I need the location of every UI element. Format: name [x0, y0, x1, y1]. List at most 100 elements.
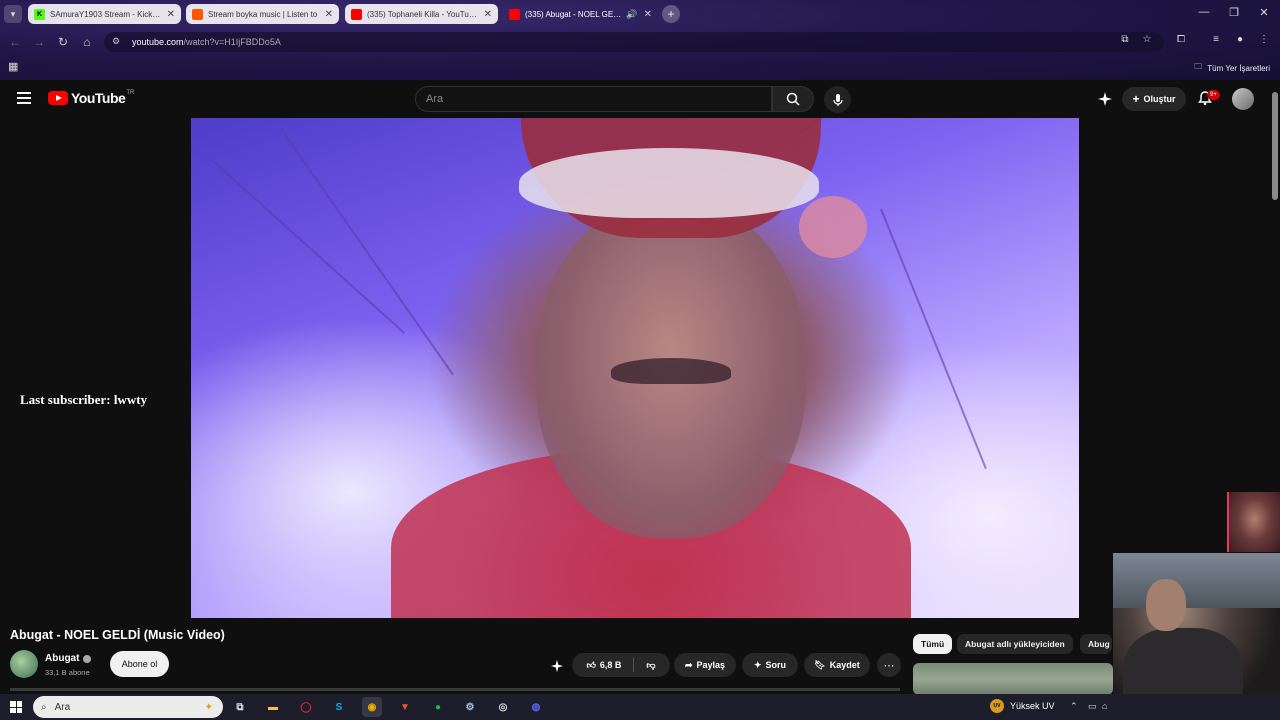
close-icon[interactable]: ✕	[325, 9, 333, 20]
close-icon[interactable]: ✕	[644, 9, 652, 20]
tent-line	[880, 208, 987, 469]
taskbar-search[interactable]: ⌕ Ara ✦	[33, 696, 223, 718]
menu-icon[interactable]	[17, 92, 31, 104]
install-app-icon[interactable]: ⧉	[1118, 34, 1132, 45]
brave-icon[interactable]: ▼	[395, 697, 415, 717]
minimize-icon[interactable]: —	[1196, 6, 1212, 18]
weather-widget[interactable]: UV Yüksek UV	[990, 699, 1055, 713]
task-view-icon[interactable]: ⧉	[230, 697, 250, 717]
tent-line	[280, 128, 454, 376]
scrollbar-thumb[interactable]	[1272, 92, 1278, 200]
all-bookmarks-button[interactable]: 🗀 Tüm Yer İşaretleri	[1194, 61, 1270, 75]
extensions-icon[interactable]: ⧠	[1174, 34, 1188, 45]
share-icon: ➦	[684, 659, 693, 670]
like-button[interactable]: 👍︎ 6,8 B	[586, 660, 621, 671]
more-actions-button[interactable]: ⋯	[877, 653, 901, 677]
related-video-thumbnail[interactable]	[913, 663, 1113, 695]
home-icon[interactable]: ⌂	[79, 34, 95, 50]
opera-icon[interactable]: ◯	[296, 697, 316, 717]
discord-icon[interactable]: ◍	[526, 697, 546, 717]
restore-icon[interactable]: ❐	[1226, 6, 1242, 19]
tab-youtube-tophaneli[interactable]: (335) Tophaneli Killa - YouTube ✕	[345, 4, 498, 24]
site-info-icon[interactable]: ⚙	[112, 36, 124, 48]
player-area: Last subscriber: lwwty	[0, 118, 1270, 618]
tab-title: (335) Tophaneli Killa - YouTube	[367, 9, 478, 19]
obs-icon[interactable]: ◎	[493, 697, 513, 717]
search-highlight-icon: ✦	[204, 701, 213, 713]
tent-line	[210, 158, 405, 334]
tab-kick[interactable]: K SAmuraY1903 Stream - Kick Da ✕	[28, 4, 181, 24]
search-box[interactable]	[415, 86, 772, 112]
taskbar-search-placeholder: Ara	[54, 701, 71, 713]
new-tab-button[interactable]: +	[662, 5, 680, 23]
chip-all[interactable]: Tümü	[913, 634, 953, 654]
ask-button[interactable]: ✦ Soru	[742, 653, 798, 677]
window-close-icon[interactable]: ✕	[1256, 6, 1272, 19]
youtube-header: YouTube TR + Oluştur	[0, 80, 1270, 118]
tab-youtube-abugat[interactable]: (335) Abugat - NOEL GELDİ 🔊 ✕	[503, 4, 658, 24]
forward-icon[interactable]: →	[31, 34, 47, 50]
apps-grid-icon[interactable]: ▦	[8, 60, 18, 73]
logo-text: YouTube	[71, 90, 126, 106]
all-bookmarks-label: Tüm Yer İşaretleri	[1207, 63, 1270, 73]
media-control-icon[interactable]: ≡	[1209, 34, 1223, 45]
close-icon[interactable]: ✕	[484, 9, 492, 20]
search-icon	[786, 92, 800, 106]
steam-icon[interactable]: ⚙	[460, 697, 480, 717]
pompom-shape	[799, 196, 867, 258]
speaker-icon[interactable]: 🔊	[626, 9, 637, 20]
background-shape	[1113, 553, 1280, 608]
windows-start-icon[interactable]	[10, 701, 22, 713]
chevron-up-icon[interactable]: ⌃	[1070, 701, 1078, 712]
address-bar[interactable]: ⚙ youtube.com/watch?v=H1IjFBDDo5A	[104, 32, 1164, 52]
share-button[interactable]: ➦ Paylaş	[674, 653, 736, 677]
tab-title: SAmuraY1903 Stream - Kick Da	[50, 9, 161, 19]
channel-avatar[interactable]	[10, 650, 38, 678]
skype-icon[interactable]: S	[329, 697, 349, 717]
browser-chrome: ▾ K SAmuraY1903 Stream - Kick Da ✕ Strea…	[0, 0, 1280, 80]
file-explorer-icon[interactable]: ▬	[263, 697, 283, 717]
save-button[interactable]: 🔖︎ Kaydet	[804, 653, 870, 677]
chrome-icon[interactable]: ◉	[362, 697, 382, 717]
uv-icon: UV	[990, 699, 1004, 713]
back-icon[interactable]: ←	[7, 34, 23, 50]
close-icon[interactable]: ✕	[167, 9, 175, 20]
weather-text: Yüksek UV	[1010, 701, 1055, 711]
account-avatar[interactable]	[1232, 88, 1254, 110]
share-label: Paylaş	[696, 660, 726, 670]
soundcloud-icon	[192, 8, 203, 20]
sparkle-small-icon: ✦	[753, 659, 762, 670]
search-button[interactable]	[772, 86, 814, 112]
thumbs-down-icon: 👎︎	[646, 659, 656, 670]
youtube-logo[interactable]: YouTube TR	[48, 90, 134, 106]
create-button[interactable]: + Oluştur	[1122, 87, 1186, 111]
sparkle-icon[interactable]	[1097, 91, 1113, 107]
reload-icon[interactable]: ↻	[55, 34, 71, 50]
channel-name[interactable]: Abugat	[45, 653, 92, 664]
youtube-icon	[351, 8, 362, 20]
webcam-overlay-small	[1227, 492, 1280, 552]
chip-from-uploader[interactable]: Abugat adlı yükleyiciden	[957, 634, 1073, 654]
sparkle-icon[interactable]	[550, 659, 564, 673]
dislike-button[interactable]: 👎︎	[646, 660, 655, 671]
star-icon[interactable]: ☆	[1140, 34, 1154, 45]
subscriber-count: 33,1 B abone	[45, 668, 90, 677]
microphone-icon	[832, 93, 843, 106]
hat-band-shape	[519, 148, 819, 218]
spotify-icon[interactable]: ●	[428, 697, 448, 717]
subscribe-button[interactable]: Abone ol	[110, 651, 169, 677]
thumbs-up-icon: 👍︎	[586, 659, 596, 670]
profile-icon[interactable]: ●	[1233, 34, 1247, 45]
create-label: Oluştur	[1143, 94, 1176, 104]
tab-soundcloud[interactable]: Stream boyka music | Listen to ✕	[186, 4, 339, 24]
search-input[interactable]	[416, 87, 771, 111]
menu-icon[interactable]: ⋮	[1257, 34, 1271, 45]
tab-search-button[interactable]: ▾	[4, 5, 22, 23]
like-dislike-group: 👍︎ 6,8 B 👎︎	[572, 653, 670, 677]
video-player[interactable]	[191, 118, 1079, 618]
voice-search-button[interactable]	[824, 86, 851, 113]
battery-icon[interactable]: ▭	[1088, 701, 1097, 712]
chip-more[interactable]: Abug	[1080, 634, 1112, 654]
logo-country: TR	[126, 90, 135, 96]
network-icon[interactable]: ⌂	[1102, 701, 1107, 711]
